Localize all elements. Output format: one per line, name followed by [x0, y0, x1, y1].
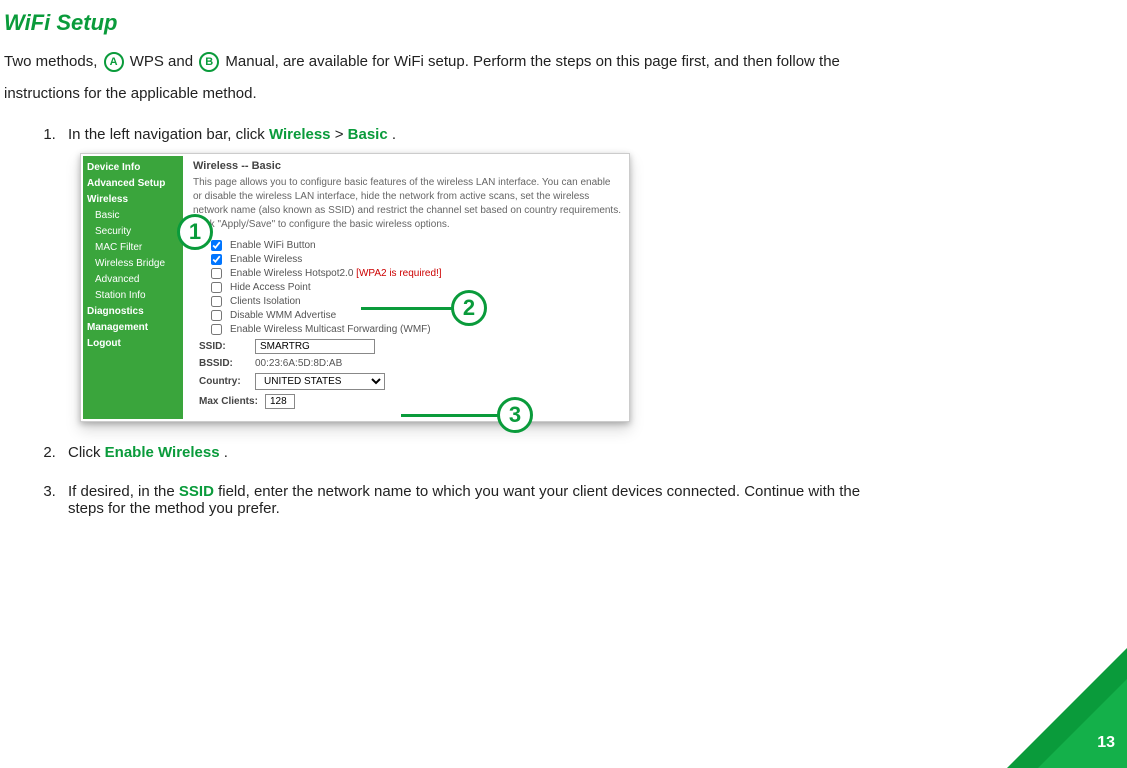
step3-ssid: SSID: [179, 483, 214, 500]
step2-post: .: [224, 444, 228, 461]
option-label: Clients Isolation: [230, 296, 301, 307]
option-checkbox[interactable]: [211, 310, 222, 321]
option-checkbox[interactable]: [211, 254, 222, 265]
step3-line2: steps for the method you prefer.: [68, 500, 1127, 517]
country-label: Country:: [199, 376, 255, 387]
max-clients-row: Max Clients:: [199, 394, 621, 409]
sidebar-item[interactable]: Security: [87, 224, 181, 240]
bssid-value: 00:23:6A:5D:8D:AB: [255, 358, 342, 369]
sidebar-item[interactable]: Wireless Bridge: [87, 256, 181, 272]
panel-header: Wireless -- Basic: [193, 160, 621, 172]
step-2: Click Enable Wireless .: [60, 444, 1127, 461]
option-checkbox[interactable]: [211, 240, 222, 251]
callout-1-icon: 1: [177, 214, 213, 250]
intro-seg: instructions for the applicable method.: [4, 80, 1123, 108]
option-label: Enable Wireless Hotspot2.0 [WPA2 is requ…: [230, 268, 442, 279]
intro-seg: Two methods,: [4, 53, 102, 70]
step3-post: field, enter the network name to which y…: [218, 483, 860, 500]
country-row: Country: UNITED STATES: [199, 373, 621, 390]
step2-pre: Click: [68, 444, 105, 461]
intro-seg: Manual, are available for WiFi setup. Pe…: [225, 53, 839, 70]
step1-post: .: [392, 126, 396, 143]
option-checkbox[interactable]: [211, 296, 222, 307]
screenshot-wireless-basic: Device InfoAdvanced SetupWirelessBasicSe…: [80, 153, 630, 422]
sidebar-item[interactable]: Advanced: [87, 272, 181, 288]
option-row: Enable Wireless Multicast Forwarding (WM…: [211, 324, 621, 335]
option-row: Clients Isolation: [211, 296, 621, 307]
step1-basic: Basic: [348, 126, 388, 143]
callout-2-icon: 2: [451, 290, 487, 326]
option-row: Hide Access Point: [211, 282, 621, 293]
bssid-row: BSSID: 00:23:6A:5D:8D:AB: [199, 358, 621, 369]
step1-wireless: Wireless: [269, 126, 331, 143]
ssid-input[interactable]: [255, 339, 375, 354]
option-checkbox[interactable]: [211, 268, 222, 279]
option-label: Hide Access Point: [230, 282, 311, 293]
step-3: If desired, in the SSID field, enter the…: [60, 483, 1127, 517]
intro-seg: WPS and: [130, 53, 198, 70]
router-sidebar: Device InfoAdvanced SetupWirelessBasicSe…: [83, 156, 183, 419]
option-checkbox[interactable]: [211, 282, 222, 293]
option-label: Enable Wireless: [230, 254, 302, 265]
option-row: Enable Wireless Hotspot2.0 [WPA2 is requ…: [211, 268, 621, 279]
callout-2-line: [361, 307, 455, 310]
step3-pre: If desired, in the: [68, 483, 179, 500]
option-label: Disable WMM Advertise: [230, 310, 336, 321]
ssid-row: SSID:: [199, 339, 621, 354]
option-row: Enable WiFi Button: [211, 240, 621, 251]
page-corner-inner: [1038, 679, 1127, 768]
steps-list: In the left navigation bar, click Wirele…: [0, 108, 1127, 517]
panel-description: This page allows you to configure basic …: [193, 176, 621, 232]
callout-3-icon: 3: [497, 397, 533, 433]
option-row: Enable Wireless: [211, 254, 621, 265]
bssid-label: BSSID:: [199, 358, 255, 369]
option-row: Disable WMM Advertise: [211, 310, 621, 321]
sidebar-item[interactable]: Station Info: [87, 288, 181, 304]
max-clients-label: Max Clients:: [199, 396, 265, 407]
router-content: Wireless -- Basic This page allows you t…: [183, 156, 627, 419]
ssid-label: SSID:: [199, 341, 255, 352]
page-number: 13: [1097, 734, 1115, 752]
method-b-icon: B: [199, 52, 219, 72]
step2-link: Enable Wireless: [105, 444, 220, 461]
sidebar-item[interactable]: Wireless: [87, 192, 181, 208]
sidebar-item[interactable]: Logout: [87, 336, 181, 352]
sidebar-item[interactable]: Basic: [87, 208, 181, 224]
intro-text: Two methods, A WPS and B Manual, are ava…: [0, 44, 1127, 108]
country-select[interactable]: UNITED STATES: [255, 373, 385, 390]
page-title: WiFi Setup: [0, 0, 1127, 44]
option-checkbox[interactable]: [211, 324, 222, 335]
sidebar-item[interactable]: Management: [87, 320, 181, 336]
max-clients-input[interactable]: [265, 394, 295, 409]
step1-text: In the left navigation bar, click: [68, 126, 269, 143]
sidebar-item[interactable]: Advanced Setup: [87, 176, 181, 192]
sidebar-item[interactable]: Device Info: [87, 160, 181, 176]
step1-gt: >: [335, 126, 348, 143]
sidebar-item[interactable]: Diagnostics: [87, 304, 181, 320]
step-1: In the left navigation bar, click Wirele…: [60, 126, 1127, 422]
option-label: Enable WiFi Button: [230, 240, 316, 251]
method-a-icon: A: [104, 52, 124, 72]
callout-3-line: [401, 414, 501, 417]
sidebar-item[interactable]: MAC Filter: [87, 240, 181, 256]
option-label: Enable Wireless Multicast Forwarding (WM…: [230, 324, 431, 335]
